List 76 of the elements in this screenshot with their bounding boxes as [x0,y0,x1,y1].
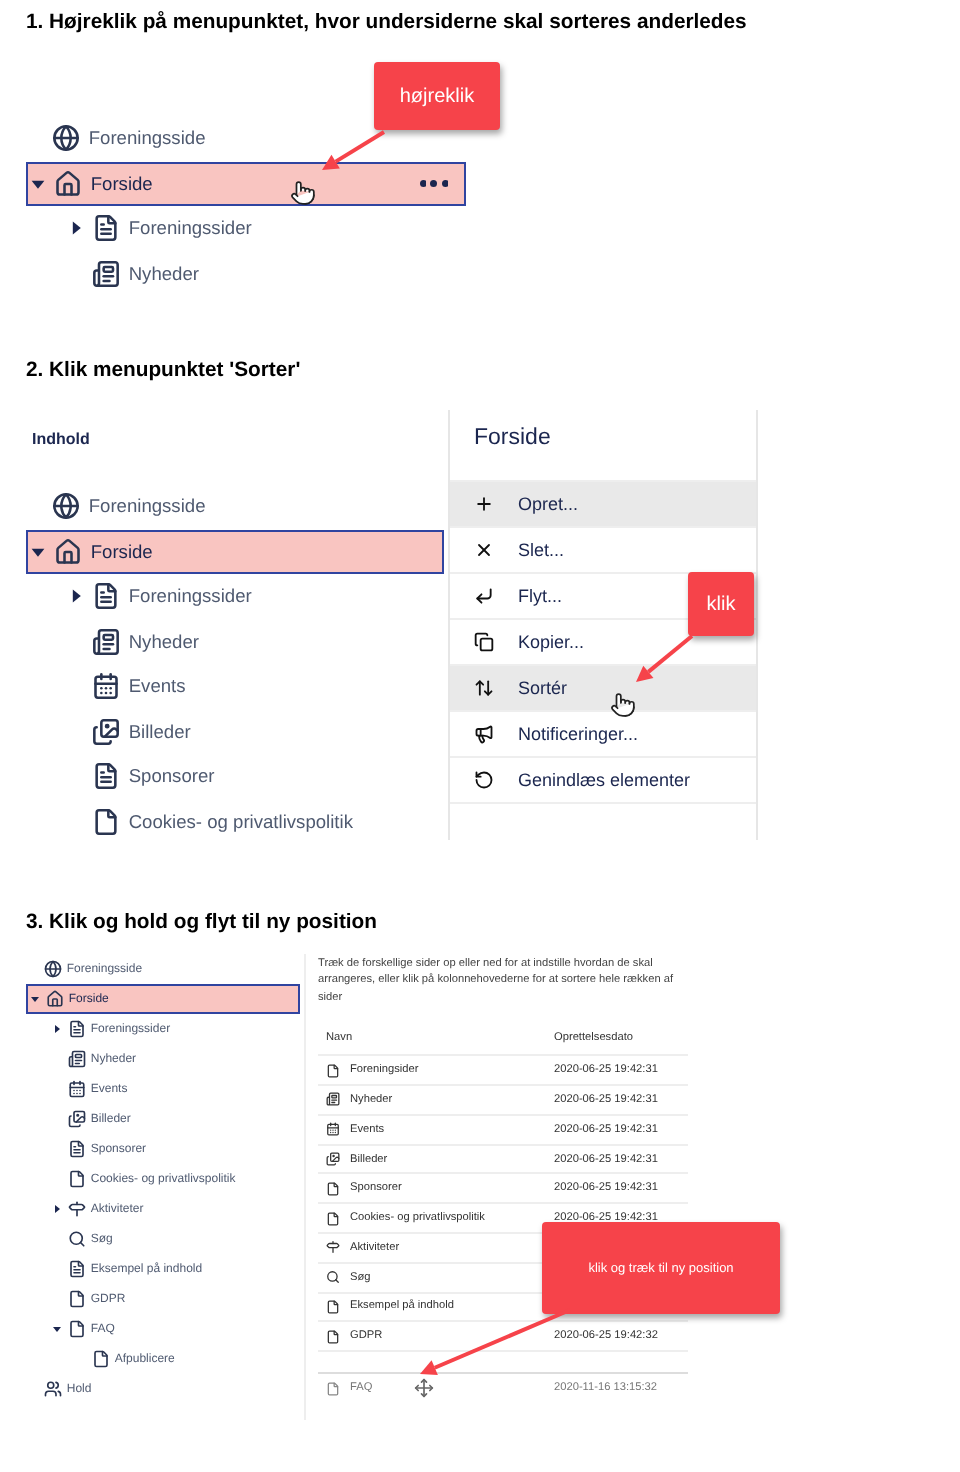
hand-cursor-icon [610,692,636,718]
caret-icon[interactable] [29,543,45,560]
caret-icon[interactable] [51,1324,61,1334]
document-icon [326,1063,340,1078]
search-icon [326,1270,340,1285]
newspaper-icon [326,1092,340,1107]
document-icon [326,1299,340,1314]
step-heading: 2. Klik menupunktet 'Sorter' [26,358,303,386]
cross-icon [474,540,494,560]
house-icon [45,990,64,1008]
caret-icon[interactable] [51,1024,61,1034]
document-icon [91,1350,110,1368]
tree-item[interactable]: Cookies- og privatlivspolitik [26,799,444,844]
tree-item[interactable]: Billeder [26,709,444,754]
document-icon [67,1290,86,1308]
tree-item[interactable]: Sponsorer [26,754,444,799]
document-icon [326,1181,340,1196]
tree-item[interactable]: Foreningssider [26,574,444,619]
more-icon[interactable] [419,180,448,187]
newspaper-icon [67,1050,86,1068]
document-icon [92,762,121,791]
document-icon [92,582,121,611]
menu-item[interactable]: Opret... [450,482,756,528]
newspaper-icon [92,259,121,288]
images-icon [326,1152,340,1166]
house-icon [54,169,83,198]
search-icon [67,1230,86,1248]
tree-item[interactable]: Forside [26,529,444,574]
document-icon [92,214,121,243]
plus-icon [474,494,494,514]
tree-item[interactable]: Forside [26,161,466,206]
calendar-icon [326,1122,340,1137]
house-icon [54,537,83,566]
document-icon [67,1260,86,1278]
images-icon [92,717,121,746]
caret-icon[interactable] [67,220,83,237]
document-icon [67,1170,86,1188]
step-heading: 1. Højreklik på menupunktet, hvor undersiderne skal sorteres anderledes [26,9,749,38]
globe-icon [52,124,81,153]
tree-item[interactable]: Foreningsside [26,484,444,529]
people-icon [43,1380,62,1398]
step-heading: 3. Klik og hold og flyt til ny position [26,910,379,938]
move-icon [414,1378,435,1399]
images-icon [67,1110,86,1128]
corner-arrow-icon [474,586,494,606]
tree-item[interactable]: Foreningssider [26,206,466,251]
tree-item[interactable]: Events [26,664,444,709]
newspaper-icon [92,627,121,656]
document-icon [326,1329,340,1344]
signpost-icon [67,1200,86,1218]
globe-icon [52,492,81,521]
hand-cursor-icon [290,180,316,206]
globe-icon [43,960,62,978]
document-icon [326,1381,340,1396]
document-icon [67,1320,86,1338]
document-icon [67,1140,86,1158]
signpost-icon [326,1240,340,1255]
section-title: Indhold [30,428,92,452]
copy-icon [474,632,494,652]
caret-icon[interactable] [29,175,45,192]
sort-icon [474,678,494,698]
calendar-icon [92,672,121,701]
reload-icon [474,770,494,790]
caret-icon[interactable] [29,994,39,1004]
calendar-icon [67,1080,86,1098]
caret-icon[interactable] [51,1204,61,1214]
document-icon [326,1211,340,1226]
document-icon [92,807,121,836]
menu-item[interactable]: Sortér [450,666,756,712]
tree-item[interactable]: Nyheder [26,251,466,296]
tree-item[interactable]: Nyheder [26,619,444,664]
callout-label: klik [688,572,754,636]
callout-label: højreklik [374,62,500,130]
document-icon [67,1020,86,1038]
caret-icon[interactable] [67,588,83,605]
megaphone-icon [474,724,494,744]
